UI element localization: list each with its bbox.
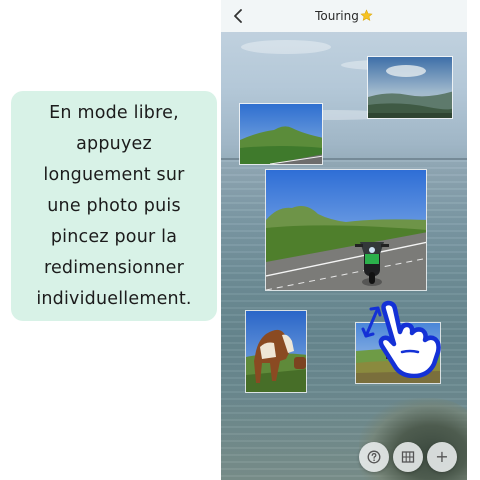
photo-green-mountain-image bbox=[240, 104, 322, 164]
photo-motorcycle-image bbox=[266, 170, 426, 290]
grid-layout-icon bbox=[401, 451, 415, 463]
phone-screen: Touring + bbox=[221, 0, 467, 480]
add-icon: + bbox=[435, 447, 449, 466]
star-icon bbox=[360, 7, 373, 26]
instruction-text: En mode libre, appuyez longuement sur un… bbox=[36, 102, 192, 309]
photo-motorcycle[interactable] bbox=[265, 169, 427, 291]
photo-coastal-highland[interactable] bbox=[367, 56, 453, 119]
help-button[interactable] bbox=[359, 442, 389, 472]
album-title: Touring bbox=[315, 9, 359, 23]
photo-horse[interactable] bbox=[245, 310, 307, 393]
pinch-hand-icon bbox=[376, 300, 446, 379]
photo-horse-image bbox=[246, 311, 306, 392]
layout-button[interactable] bbox=[393, 442, 423, 472]
sky-cloud bbox=[241, 40, 331, 54]
chevron-left-icon bbox=[234, 9, 242, 23]
album-title-wrap: Touring bbox=[315, 7, 373, 26]
photo-green-mountain[interactable] bbox=[239, 103, 323, 165]
album-header: Touring bbox=[221, 0, 467, 32]
add-button[interactable]: + bbox=[427, 442, 457, 472]
back-button[interactable] bbox=[227, 4, 251, 28]
instruction-callout: En mode libre, appuyez longuement sur un… bbox=[11, 91, 217, 321]
help-icon bbox=[367, 450, 381, 464]
photo-coastal-highland-image bbox=[368, 57, 452, 118]
